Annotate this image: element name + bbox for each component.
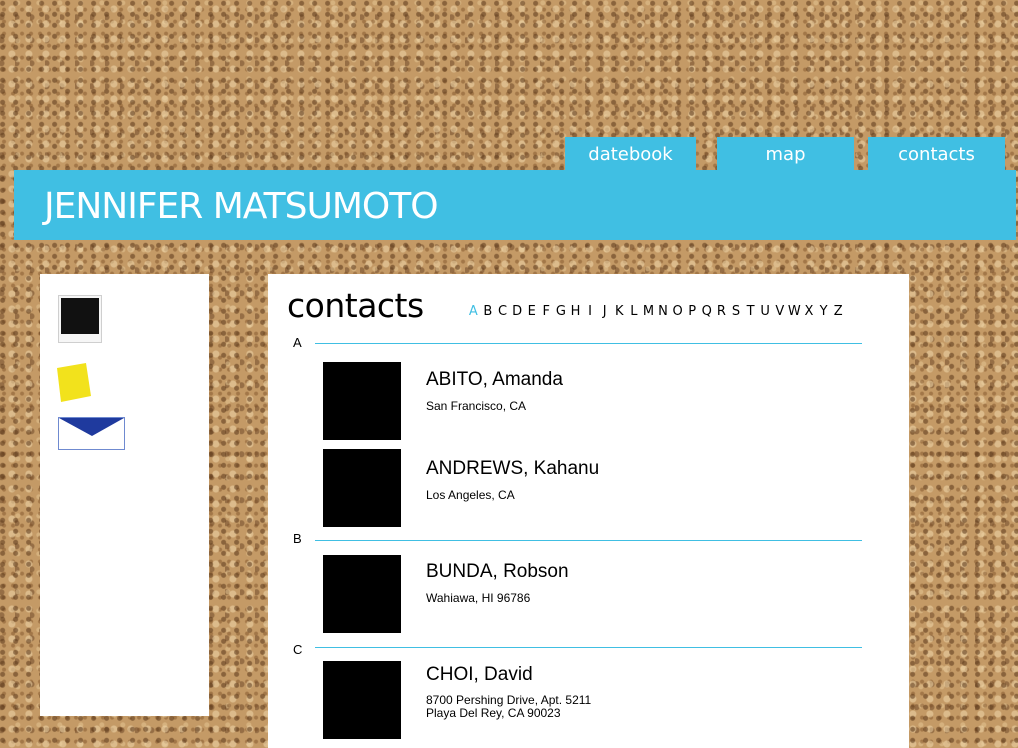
letter-y[interactable]: Y <box>816 304 831 319</box>
letter-s[interactable]: S <box>729 304 744 319</box>
letter-g[interactable]: G <box>554 304 569 319</box>
sidebar <box>40 274 209 716</box>
contact-name[interactable]: ABITO, Amanda <box>426 369 563 391</box>
letter-n[interactable]: N <box>656 304 671 319</box>
letter-t[interactable]: T <box>743 304 758 319</box>
envelope-icon[interactable] <box>58 417 126 451</box>
letter-h[interactable]: H <box>568 304 583 319</box>
letter-c[interactable]: C <box>495 304 510 319</box>
letter-q[interactable]: Q <box>700 304 715 319</box>
section-divider <box>315 647 862 648</box>
letter-p[interactable]: P <box>685 304 700 319</box>
section-heading: contacts <box>287 286 424 325</box>
tab-datebook[interactable]: datebook <box>565 137 696 171</box>
contact-photo[interactable] <box>323 555 401 633</box>
section-label-b: B <box>293 531 302 546</box>
header-banner: JENNIFER MATSUMOTO <box>14 170 1016 240</box>
letter-m[interactable]: M <box>641 304 656 319</box>
letter-l[interactable]: L <box>627 304 642 319</box>
letter-e[interactable]: E <box>524 304 539 319</box>
photo-frame-icon[interactable] <box>58 295 102 343</box>
letter-i[interactable]: I <box>583 304 598 319</box>
letter-f[interactable]: F <box>539 304 554 319</box>
letter-j[interactable]: J <box>597 304 612 319</box>
contact-address-line2: Playa Del Rey, CA 90023 <box>426 706 561 720</box>
alphabet-index: A B C D E F G H I J K L M N O P Q R S T … <box>466 304 845 319</box>
contact-name[interactable]: BUNDA, Robson <box>426 561 569 583</box>
tab-contacts[interactable]: contacts <box>868 137 1005 171</box>
sticky-note-icon[interactable] <box>54 362 94 404</box>
letter-z[interactable]: Z <box>831 304 846 319</box>
section-label-c: C <box>293 642 303 657</box>
tab-map[interactable]: map <box>717 137 854 171</box>
page-title: JENNIFER MATSUMOTO <box>44 186 439 227</box>
contact-photo[interactable] <box>323 449 401 527</box>
letter-b[interactable]: B <box>481 304 496 319</box>
letter-x[interactable]: X <box>802 304 817 319</box>
contact-address: Wahiawa, HI 96786 <box>426 591 531 605</box>
letter-v[interactable]: V <box>772 304 787 319</box>
contact-photo[interactable] <box>323 661 401 739</box>
contacts-panel: contacts A B C D E F G H I J K L M N O P… <box>268 274 909 748</box>
letter-r[interactable]: R <box>714 304 729 319</box>
letter-a[interactable]: A <box>466 304 481 319</box>
letter-o[interactable]: O <box>670 304 685 319</box>
section-label-a: A <box>293 335 302 350</box>
letter-u[interactable]: U <box>758 304 773 319</box>
contact-address: Los Angeles, CA <box>426 488 515 502</box>
contact-name[interactable]: ANDREWS, Kahanu <box>426 458 599 480</box>
letter-d[interactable]: D <box>510 304 525 319</box>
letter-w[interactable]: W <box>787 304 802 319</box>
letter-k[interactable]: K <box>612 304 627 319</box>
contact-photo[interactable] <box>323 362 401 440</box>
section-divider <box>315 540 862 541</box>
contact-address: San Francisco, CA <box>426 399 527 413</box>
contact-name[interactable]: CHOI, David <box>426 664 533 686</box>
section-divider <box>315 343 862 344</box>
